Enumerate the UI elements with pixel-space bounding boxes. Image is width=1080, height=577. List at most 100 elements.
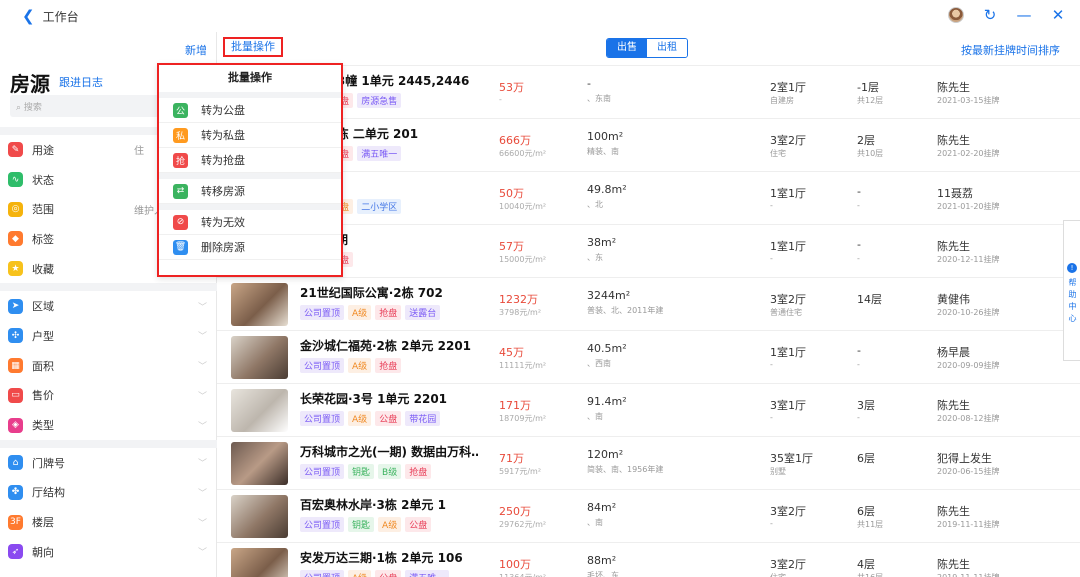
filter-售价[interactable]: ▭ 售价 ﹀ [0, 381, 217, 411]
listing-total-floors: 共12层 [857, 96, 884, 105]
followup-log-link[interactable]: 跟进日志 [59, 74, 103, 90]
listing-tags: 公司置顶 钥匙 A级 公盘 [300, 517, 432, 532]
listing-total-floors: 共11层 [857, 520, 884, 529]
listing-floor: 2层 [857, 134, 875, 147]
listing-title[interactable]: 长荣花园·3号 1单元 2201 [300, 390, 478, 407]
new-listing-button[interactable]: 新增 [185, 42, 207, 58]
listing-area: 84m² [587, 501, 617, 514]
listing-row[interactable]: 长荣花园·3号 1单元 2201 公司置顶 A级 公盘 带花园 171万 18709元/m²… [217, 384, 1080, 437]
listing-thumbnail[interactable] [231, 495, 288, 538]
chevron-down-icon: ﹀ [197, 302, 207, 313]
listing-thumbnail[interactable] [231, 442, 288, 485]
avatar[interactable] [948, 7, 964, 23]
listing-type: - [770, 413, 773, 422]
close-icon[interactable]: ✕ [1050, 6, 1066, 24]
minimize-icon[interactable]: — [1016, 6, 1032, 24]
listing-tag: 带花园 [405, 411, 441, 426]
listing-thumbnail[interactable] [231, 336, 288, 379]
listing-tag: A级 [348, 411, 372, 426]
listing-row[interactable]: 金沙城仁福苑·2栋 2单元 2201 公司置顶 A级 抢盘 45万 11111元/m² 40… [217, 331, 1080, 384]
listing-title[interactable]: 安发万达三期·1栋 2单元 106 [300, 549, 478, 566]
menu-title: 批量操作 [228, 71, 272, 84]
listing-row[interactable]: 百宏奥林水岸·3栋 2单元 1 公司置顶 钥匙 A级 公盘 250万 29762元/m² 84… [217, 490, 1080, 543]
help-center-tab[interactable]: ! 帮助中心 [1063, 220, 1080, 361]
listing-tag: 公盘 [405, 517, 432, 532]
listing-row[interactable]: 义苑A级私盘二小学区50万10040元/m²49.8m²、北1室1厅---11聂… [217, 172, 1080, 225]
listing-features: 、北 [587, 200, 603, 209]
filter-面积[interactable]: ▦ 面积 ﹀ [0, 351, 217, 381]
listing-row[interactable]: 安发万达三期·1栋 2单元 106 公司置顶A级公盘满五唯一 100万11364元/… [217, 543, 1080, 577]
filter-类型[interactable]: ◈ 类型 ﹀ [0, 410, 217, 440]
listing-floor: 3层 [857, 399, 875, 412]
listing-total-floors: - [857, 413, 860, 422]
listing-tag: 抢盘 [375, 305, 402, 320]
search-input[interactable]: ⌕ 搜索 [10, 95, 160, 117]
batch-operation-button[interactable]: 批量操作 [223, 37, 283, 57]
listing-title[interactable]: 金沙城仁福苑·2栋 2单元 2201 [300, 337, 478, 354]
refresh-icon[interactable]: ↻ [982, 6, 998, 24]
listing-area: 38m² [587, 236, 617, 249]
filter-label: 楼层 [32, 516, 54, 530]
listing-type: 别墅 [770, 467, 786, 476]
listing-tag: A级 [348, 305, 372, 320]
listing-thumbnail[interactable] [231, 283, 288, 326]
listing-floor: 4层 [857, 558, 875, 571]
listing-title[interactable]: 21世纪国际公寓·2栋 702 [300, 284, 478, 301]
listing-price: 50万 [499, 187, 524, 200]
listing-layout: 3室2厅 [770, 505, 806, 518]
listing-agent: 11聂荔 [937, 187, 973, 200]
listing-area: 49.8m² [587, 183, 627, 196]
filter-厅结构[interactable]: ✤ 厅结构 ﹀ [0, 478, 217, 508]
listing-area: 120m² [587, 448, 624, 461]
filter-value: 住 [134, 146, 144, 158]
listing-tag: 公司置顶 [300, 464, 345, 479]
filter-区域[interactable]: ➤ 区域 ﹀ [0, 291, 217, 321]
filter-朝向[interactable]: ➶ 朝向 ﹀ [0, 537, 217, 567]
menu-item-转移房源[interactable]: ⇄ 转移房源 [159, 179, 341, 204]
window-controls: ↻ — ✕ [948, 6, 1066, 24]
listing-floor: 6层 [857, 505, 875, 518]
listing-tag: 公盘 [375, 411, 402, 426]
filter-icon: 3F [8, 514, 23, 530]
menu-item-转为抢盘[interactable]: 抢转为抢盘 [159, 148, 341, 173]
filter-门牌号[interactable]: ⌂ 门牌号 ﹀ [0, 448, 217, 478]
listing-layout: 3室2厅 [770, 134, 806, 147]
filter-icon: ◈ [8, 417, 23, 433]
listing-thumbnail[interactable] [231, 389, 288, 432]
chevron-left-icon: ❮ [22, 7, 35, 25]
filter-icon: ⌂ [8, 455, 23, 471]
listing-area: 40.5m² [587, 342, 627, 355]
menu-item-转为私盘[interactable]: 私转为私盘 [159, 123, 341, 148]
listing-row[interactable]: 万科城市之光(一期) 数据由万科… 公司置顶 钥匙 B级 抢盘 71万 5917元/m² 12… [217, 437, 1080, 490]
listing-layout: 3室1厅 [770, 399, 806, 412]
listing-price: 45万 [499, 346, 524, 359]
listing-row[interactable]: 瑞园·13幢 1单元 2445,2446A级公盘房源急售53万--、东南2室1厅… [217, 66, 1080, 119]
menu-item-icon: 公 [173, 102, 188, 118]
listing-thumbnail[interactable] [231, 548, 288, 577]
menu-item-转为公盘[interactable]: 公转为公盘 [159, 98, 341, 123]
listing-tag: A级 [348, 570, 372, 577]
listing-tags: 公司置顶 A级 抢盘 送露台 [300, 305, 441, 320]
filter-icon: ▦ [8, 358, 23, 374]
listing-tag: 公盘 [375, 570, 402, 577]
sort-button[interactable]: 按最新挂牌时间排序 [961, 42, 1060, 58]
filter-icon: ✎ [8, 142, 23, 158]
filter-楼层[interactable]: 3F 楼层 ﹀ [0, 507, 217, 537]
filter-label: 区域 [32, 300, 54, 314]
back-button[interactable]: ❮ 工作台 [22, 8, 79, 25]
tab-rent[interactable]: 出租 [647, 39, 687, 57]
listing-row[interactable]: 广场一期A级抢盘57万15000元/m²38m²、东1室1厅---陈先生2020… [217, 225, 1080, 278]
listing-agent: 黄健伟 [937, 293, 970, 306]
listing-price: 100万 [499, 558, 531, 571]
listing-title[interactable]: 百宏奥林水岸·3栋 2单元 1 [300, 496, 478, 513]
listing-title[interactable]: 万科城市之光(一期) 数据由万科… [300, 443, 478, 460]
menu-item-label: 转为抢盘 [201, 154, 245, 167]
chevron-down-icon: ﹀ [197, 548, 207, 559]
listing-row[interactable]: 华府·a栋 二单元 201A级公盘满五唯一666万66600元/m²100m²精… [217, 119, 1080, 172]
menu-item-转为无效[interactable]: ⊘ 转为无效 [159, 210, 341, 235]
listing-layout: 3室2厅 [770, 558, 806, 571]
tab-sale[interactable]: 出售 [607, 39, 647, 57]
filter-户型[interactable]: ✣ 户型 ﹀ [0, 321, 217, 351]
menu-item-删除房源[interactable]: 🗑 删除房源 [159, 235, 341, 260]
listing-row[interactable]: 21世纪国际公寓·2栋 702 公司置顶 A级 抢盘 送露台 1232万 3798元/m² 3… [217, 278, 1080, 331]
